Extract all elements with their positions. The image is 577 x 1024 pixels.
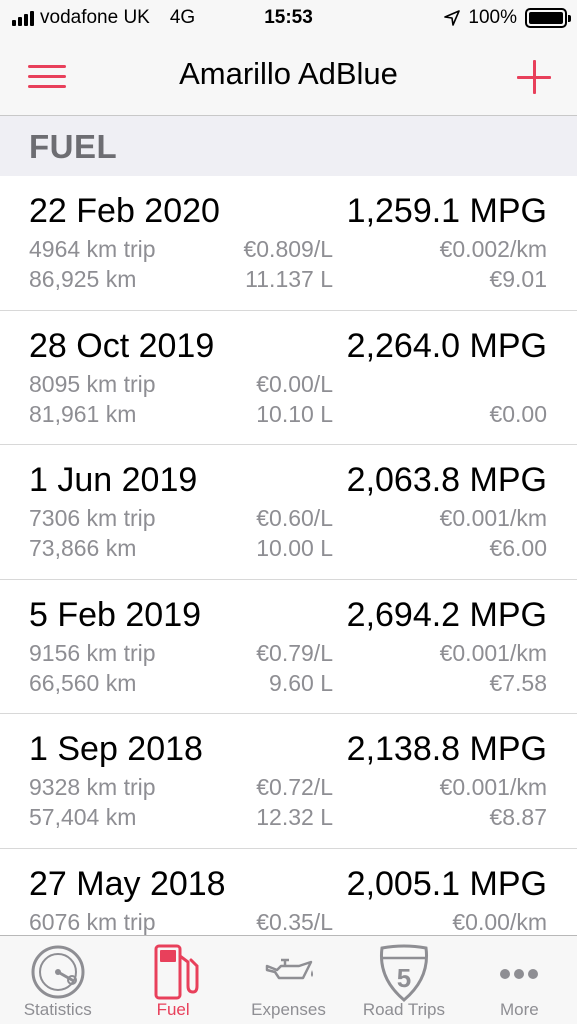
entry-date: 22 Feb 2020 xyxy=(29,192,220,230)
entry-price: €0.60/L xyxy=(256,505,333,531)
entry-mpg: 2,138.8 MPG xyxy=(346,730,547,768)
entry-date: 1 Jun 2019 xyxy=(29,461,198,499)
status-right: 100% xyxy=(444,7,571,29)
hamburger-icon-line xyxy=(28,85,66,88)
entry-trip: 7306 km trip xyxy=(29,505,156,531)
page-title: Amarillo AdBlue xyxy=(179,56,398,91)
more-dots-icon xyxy=(500,969,539,979)
entry-total: €6.00 xyxy=(489,535,547,561)
battery-icon xyxy=(525,8,571,28)
tab-label: Expenses xyxy=(251,1000,326,1019)
location-arrow-icon xyxy=(444,10,461,26)
section-title: FUEL xyxy=(29,128,118,165)
entry-volume: 10.10 L xyxy=(256,400,333,427)
status-bar: vodafone UK 4G 15:53 100% xyxy=(0,0,577,38)
tab-statistics[interactable]: Statistics xyxy=(0,936,115,1024)
oil-can-icon xyxy=(265,958,313,980)
entry-odometer: 86,925 km xyxy=(29,266,137,292)
entry-trip: 6076 km trip xyxy=(29,908,156,935)
fuel-entry[interactable]: 27 May 2018 2,005.1 MPG 6076 km trip €0.… xyxy=(0,849,577,936)
entry-cost-per-km: €0.001/km xyxy=(439,639,547,666)
tab-expenses[interactable]: Expenses xyxy=(231,936,346,1024)
fuel-pump-icon xyxy=(154,944,199,1000)
tab-label: Road Trips xyxy=(362,1000,446,1019)
battery-percent: 100% xyxy=(468,7,517,28)
add-button[interactable] xyxy=(517,60,551,94)
highway-shield-icon: 5 xyxy=(379,944,428,1002)
hamburger-icon-line xyxy=(28,75,66,78)
entry-mpg: 1,259.1 MPG xyxy=(346,192,547,230)
entry-total: €8.87 xyxy=(489,804,547,830)
entry-date: 1 Sep 2018 xyxy=(29,730,203,768)
hamburger-icon-line xyxy=(28,65,66,68)
entry-mpg: 2,063.8 MPG xyxy=(346,461,547,499)
entry-cost-per-km: €0.00/km xyxy=(452,908,547,935)
gauge-icon xyxy=(31,945,85,999)
entry-cost-per-km: €0.001/km xyxy=(439,774,547,800)
battery-fill xyxy=(529,12,563,24)
entry-price: €0.809/L xyxy=(243,236,333,262)
entry-total: €0.00 xyxy=(489,400,547,427)
entry-volume: 10.00 L xyxy=(256,535,333,561)
entry-cost-per-km: €0.002/km xyxy=(439,236,547,262)
section-header: FUEL xyxy=(0,116,577,176)
entry-volume: 11.137 L xyxy=(245,266,333,292)
entry-mpg: 2,005.1 MPG xyxy=(346,864,547,903)
entry-price: €0.35/L xyxy=(256,908,333,935)
entry-trip: 9328 km trip xyxy=(29,774,156,800)
entry-mpg: 2,264.0 MPG xyxy=(346,326,547,365)
tab-bar: Statistics Fuel Expenses 5 Road Trips Mo… xyxy=(0,935,577,1024)
entry-date: 27 May 2018 xyxy=(29,864,226,903)
entry-trip: 9156 km trip xyxy=(29,639,156,666)
entry-date: 28 Oct 2019 xyxy=(29,326,215,365)
tab-label: Statistics xyxy=(23,1000,92,1019)
entry-trip: 4964 km trip xyxy=(29,236,156,262)
fuel-entry[interactable]: 1 Sep 2018 2,138.8 MPG 9328 km trip €0.7… xyxy=(0,714,577,849)
entry-odometer: 81,961 km xyxy=(29,400,137,427)
nav-bar: Amarillo AdBlue xyxy=(0,38,577,116)
fuel-entry[interactable]: 22 Feb 2020 1,259.1 MPG 4964 km trip €0.… xyxy=(0,176,577,311)
entry-odometer: 73,866 km xyxy=(29,535,137,561)
fuel-entry[interactable]: 1 Jun 2019 2,063.8 MPG 7306 km trip €0.6… xyxy=(0,445,577,580)
tab-fuel[interactable]: Fuel xyxy=(115,936,230,1024)
entry-total: €7.58 xyxy=(489,669,547,696)
entry-odometer: 57,404 km xyxy=(29,804,137,830)
fuel-list[interactable]: 22 Feb 2020 1,259.1 MPG 4964 km trip €0.… xyxy=(0,176,577,935)
tab-road-trips[interactable]: 5 Road Trips xyxy=(346,936,461,1024)
entry-date: 5 Feb 2019 xyxy=(29,595,202,634)
menu-button[interactable] xyxy=(28,63,66,91)
entry-volume: 9.60 L xyxy=(269,669,333,696)
entry-trip: 8095 km trip xyxy=(29,370,156,397)
entry-total: €9.01 xyxy=(489,266,547,292)
road-trips-badge: 5 xyxy=(397,963,411,993)
entry-odometer: 66,560 km xyxy=(29,669,137,696)
entry-mpg: 2,694.2 MPG xyxy=(346,595,547,634)
entry-cost-per-km: €0.001/km xyxy=(439,505,547,531)
entry-volume: 12.32 L xyxy=(256,804,333,830)
tab-label: More xyxy=(499,1000,539,1019)
entry-price: €0.72/L xyxy=(256,774,333,800)
tab-more[interactable]: More xyxy=(462,936,577,1024)
fuel-entry[interactable]: 5 Feb 2019 2,694.2 MPG 9156 km trip €0.7… xyxy=(0,580,577,714)
tab-label: Fuel xyxy=(156,1000,190,1019)
entry-price: €0.79/L xyxy=(256,639,333,666)
entry-price: €0.00/L xyxy=(256,370,333,397)
fuel-entry[interactable]: 28 Oct 2019 2,264.0 MPG 8095 km trip €0.… xyxy=(0,311,577,445)
